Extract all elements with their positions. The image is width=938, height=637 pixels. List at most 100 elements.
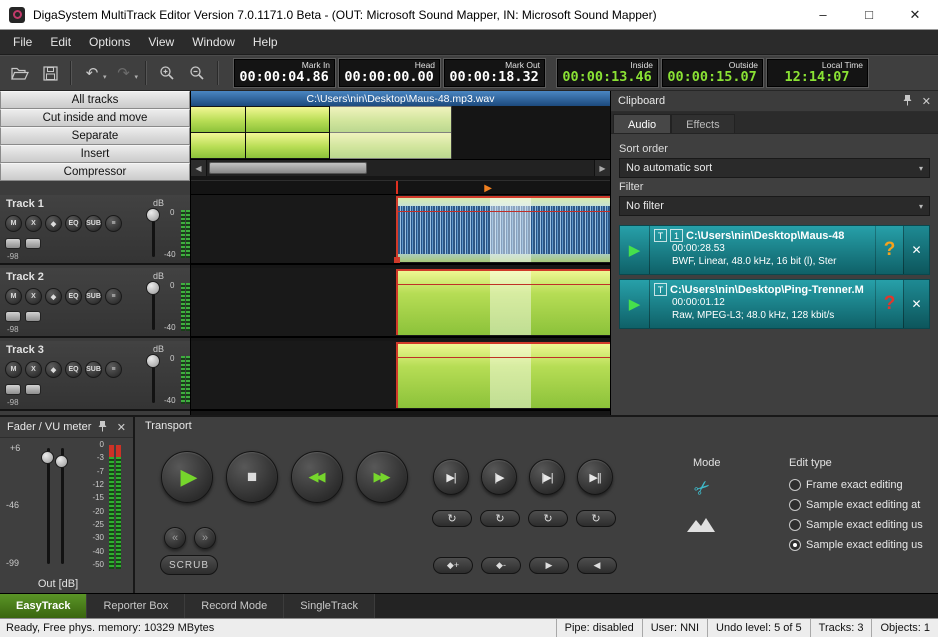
clipboard-item[interactable]: ▶ T C:\Users\nin\Desktop\Ping-Trenner.M …	[619, 279, 930, 329]
track-sub-button[interactable]: SUB	[85, 288, 102, 305]
loop-button[interactable]: ↻	[528, 510, 568, 527]
track-eq-button[interactable]: EQ	[65, 215, 82, 232]
menu-edit[interactable]: Edit	[41, 31, 80, 53]
track-fader-thumb[interactable]	[146, 354, 160, 368]
master-fader-track[interactable]	[47, 448, 50, 564]
tool-button-insert[interactable]: Insert	[0, 145, 190, 163]
track-1-lane[interactable]	[191, 195, 610, 265]
menu-window[interactable]: Window	[183, 31, 244, 53]
stop-button[interactable]: ■	[226, 451, 278, 503]
maximize-button[interactable]: □	[846, 0, 892, 29]
undo-dropdown-caret[interactable]: ▾	[103, 73, 107, 81]
zoom-in-icon[interactable]	[154, 60, 180, 86]
track-knob[interactable]	[5, 384, 21, 395]
tab-easytrack[interactable]: EasyTrack	[0, 594, 87, 618]
item-remove-button[interactable]: ✕	[903, 280, 929, 328]
track-knob[interactable]	[25, 384, 41, 395]
tab-effects[interactable]: Effects	[671, 114, 734, 133]
edit-radio-0[interactable]: Frame exact editing	[789, 479, 938, 491]
envelope-line[interactable]	[396, 211, 610, 212]
tool-button-cut-inside-and-move[interactable]: Cut inside and move	[0, 109, 190, 127]
step-forward-button[interactable]: ▶	[529, 557, 569, 574]
zoom-out-icon[interactable]	[184, 60, 210, 86]
envelope-line[interactable]	[396, 284, 610, 285]
audio-clip[interactable]	[396, 342, 610, 408]
clip-left-edge[interactable]	[396, 196, 398, 262]
track-pan-button[interactable]: ◆	[45, 215, 62, 232]
menu-help[interactable]: Help	[244, 31, 287, 53]
track-sub-button[interactable]: SUB	[85, 215, 102, 232]
loop-button[interactable]: ↻	[432, 510, 472, 527]
track-knob[interactable]	[25, 238, 41, 249]
track-x-button[interactable]: X	[25, 288, 42, 305]
item-play-button[interactable]: ▶	[620, 226, 650, 274]
track-x-button[interactable]: X	[25, 215, 42, 232]
step-back-button[interactable]: ◀	[577, 557, 617, 574]
tool-button-compressor[interactable]: Compressor	[0, 163, 190, 181]
track-eq-button[interactable]: EQ	[65, 361, 82, 378]
fast-forward-button[interactable]: ▶▶	[356, 451, 408, 503]
scrub-button[interactable]: SCRUB	[160, 555, 218, 575]
track-3-lane[interactable]	[191, 341, 610, 411]
mark-in-handle[interactable]	[394, 257, 400, 263]
scroll-left-arrow[interactable]: ◀	[191, 160, 207, 176]
timeline-ruler[interactable]: ▶	[191, 180, 610, 195]
master-fader-thumb[interactable]	[41, 451, 54, 464]
track-x-button[interactable]: X	[25, 361, 42, 378]
track-mute-button[interactable]: M	[5, 288, 22, 305]
track-fader-thumb[interactable]	[146, 208, 160, 222]
clip-left-edge[interactable]	[396, 269, 398, 335]
item-play-button[interactable]: ▶	[620, 280, 650, 328]
envelope-icon[interactable]	[687, 517, 715, 538]
open-folder-icon[interactable]	[7, 60, 33, 86]
menu-file[interactable]: File	[4, 31, 41, 53]
rewind-button[interactable]: ◀◀	[291, 451, 343, 503]
edit-radio-1[interactable]: Sample exact editing at	[789, 499, 938, 511]
track-knob[interactable]	[5, 311, 21, 322]
nudge-left-button[interactable]: «	[164, 527, 186, 549]
save-icon[interactable]	[37, 60, 63, 86]
close-panel-icon[interactable]: ✕	[922, 95, 931, 108]
loop-button[interactable]: ↻	[576, 510, 616, 527]
master-fader-thumb[interactable]	[55, 455, 68, 468]
track-fader-thumb[interactable]	[146, 281, 160, 295]
track-mute-button[interactable]: M	[5, 361, 22, 378]
minimize-button[interactable]: –	[800, 0, 846, 29]
track-mute-button[interactable]: M	[5, 215, 22, 232]
sort-order-select[interactable]: No automatic sort ▾	[619, 158, 930, 178]
playhead-marker[interactable]	[396, 181, 398, 194]
close-panel-icon[interactable]: ✕	[117, 421, 126, 434]
fade-out-button[interactable]: ◆-	[481, 557, 521, 574]
horizontal-scrollbar[interactable]: ◀ ▶	[191, 159, 610, 176]
envelope-line[interactable]	[396, 357, 610, 358]
nudge-right-button[interactable]: »	[194, 527, 216, 549]
tool-button-all-tracks[interactable]: All tracks	[0, 91, 190, 109]
redo-icon[interactable]: ↷	[111, 60, 137, 86]
tab-singletrack[interactable]: SingleTrack	[284, 594, 375, 618]
close-button[interactable]: ✕	[892, 0, 938, 29]
filter-select[interactable]: No filter ▾	[619, 196, 930, 216]
track-menu-button[interactable]: ≡	[105, 215, 122, 232]
clip-left-edge[interactable]	[396, 342, 398, 408]
play-to-mark-button[interactable]: ▶|	[433, 459, 469, 495]
menu-view[interactable]: View	[139, 31, 183, 53]
track-pan-button[interactable]: ◆	[45, 361, 62, 378]
tool-button-separate[interactable]: Separate	[0, 127, 190, 145]
item-remove-button[interactable]: ✕	[903, 226, 929, 274]
loop-button[interactable]: ↻	[480, 510, 520, 527]
overview-waveform[interactable]	[191, 106, 610, 159]
track-eq-button[interactable]: EQ	[65, 288, 82, 305]
edit-radio-2[interactable]: Sample exact editing us	[789, 519, 938, 531]
tab-record-mode[interactable]: Record Mode	[185, 594, 284, 618]
fade-in-button[interactable]: ◆+	[433, 557, 473, 574]
play-over-cut-button[interactable]: ▶||	[577, 459, 613, 495]
scrollbar-thumb[interactable]	[209, 162, 367, 174]
play-from-mark-button[interactable]: |▶	[481, 459, 517, 495]
scissors-icon[interactable]: ✂	[689, 475, 716, 503]
track-2-lane[interactable]	[191, 268, 610, 338]
audio-clip[interactable]	[396, 196, 610, 262]
play-button[interactable]: ▶	[161, 451, 213, 503]
track-pan-button[interactable]: ◆	[45, 288, 62, 305]
pin-icon[interactable]	[903, 94, 912, 109]
timeline-marker-icon[interactable]: ▶	[484, 182, 492, 195]
